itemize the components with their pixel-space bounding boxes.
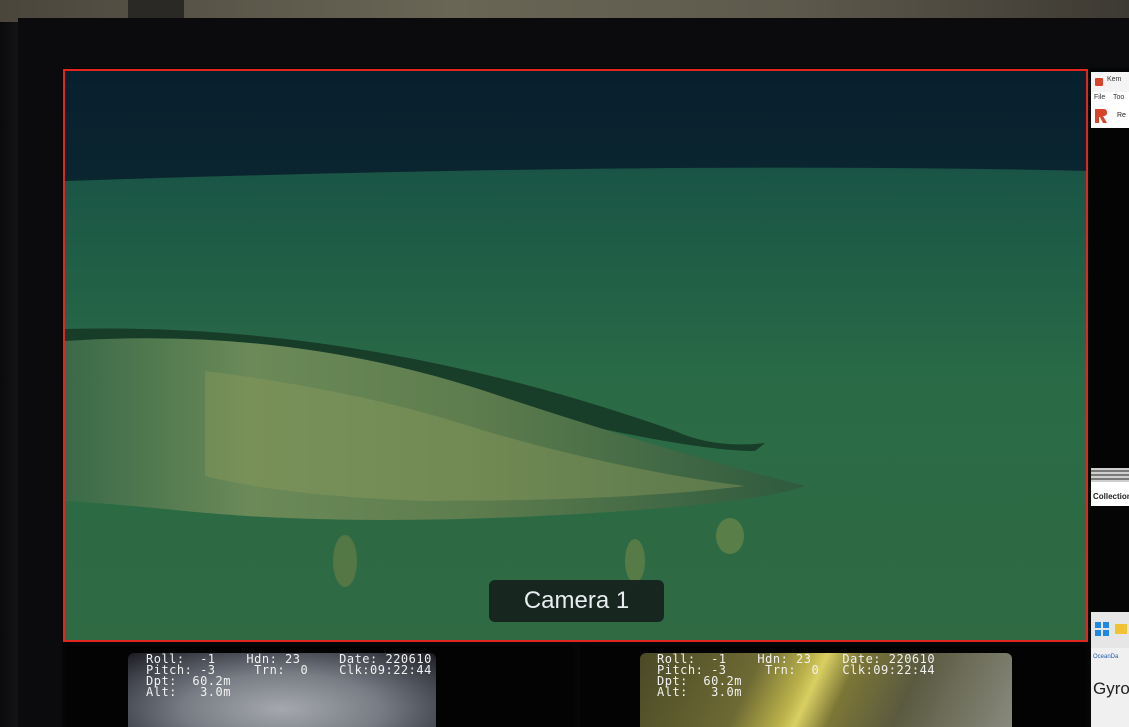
app-header-text: Re [1117,112,1126,119]
side-application-window[interactable]: Kem File Too Re Collection OceanDa Gyro [1091,72,1129,727]
gyro-panel: OceanDa Gyro [1091,648,1129,727]
app-title: Kem [1107,76,1122,83]
app-titlebar[interactable]: Kem [1091,72,1129,92]
oceandata-tab[interactable]: OceanDa [1093,654,1118,660]
windows-start-icon[interactable] [1095,622,1109,636]
gyro-label: Gyro [1093,679,1129,698]
wall-bracket [128,0,184,18]
app-logo-icon [1095,109,1107,123]
camera-label: Camera 1 [489,580,664,622]
panel-splitter[interactable] [1091,468,1129,482]
collection-label: Collection [1093,492,1129,501]
menu-file[interactable]: File [1094,94,1105,101]
app-content-area [1091,128,1129,468]
telemetry-altitude: Alt: 3.0m [657,685,742,699]
app-header: Re [1091,104,1129,129]
collection-content [1091,506,1129,612]
collection-panel: Collection [1091,482,1129,612]
menu-tools[interactable]: Too [1113,94,1124,101]
telemetry-overlay: Roll: -1 Hdn: 23 Date: 220610 Pitch: -3 T… [146,653,432,699]
camera-2-video-feed[interactable]: Roll: -1 Hdn: 23 Date: 220610 Pitch: -3 T… [66,645,573,727]
app-menubar: File Too [1091,92,1129,104]
telemetry-overlay: Roll: -1 Hdn: 23 Date: 220610 Pitch: -3 T… [657,653,935,699]
app-icon [1095,78,1103,86]
telemetry-altitude: Alt: 3.0m [146,685,231,699]
camera-1-video-feed[interactable]: Camera 1 [63,69,1088,642]
file-explorer-icon[interactable] [1115,624,1127,634]
camera-3-video-feed[interactable]: Roll: -1 Hdn: 23 Date: 220610 Pitch: -3 T… [580,645,1085,727]
seabed-scene [65,71,1086,640]
taskbar [1091,612,1129,648]
